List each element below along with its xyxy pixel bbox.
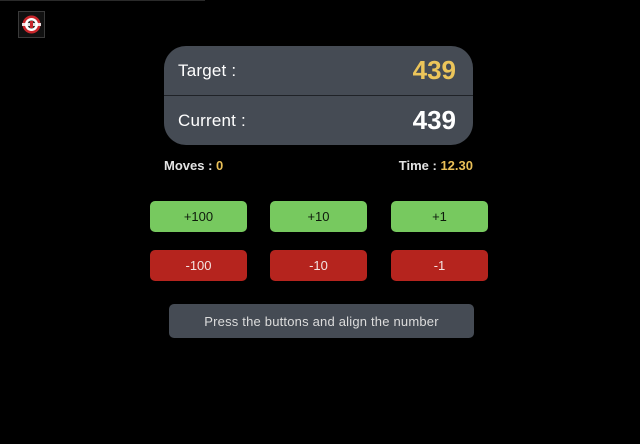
number-display-panel: Target : 439 Current : 439 (164, 46, 473, 145)
instruction-banner: Press the buttons and align the number (169, 304, 474, 338)
game-logo-icon[interactable] (18, 11, 45, 38)
time-value: 12.30 (440, 158, 473, 173)
plus-100-button[interactable]: +100 (150, 201, 247, 232)
minus-1-button[interactable]: -1 (391, 250, 488, 281)
target-row: Target : 439 (164, 46, 473, 95)
target-label: Target : (178, 60, 237, 80)
game-screen: Target : 439 Current : 439 Moves : 0 Tim… (0, 0, 640, 444)
current-label: Current : (178, 110, 246, 130)
stats-bar: Moves : 0 Time : 12.30 (164, 158, 473, 176)
game-logo-graphic (22, 15, 41, 34)
time-stat: Time : 12.30 (399, 158, 473, 173)
time-label: Time (398, 158, 429, 173)
current-value: 439 (412, 105, 456, 135)
current-row: Current : 439 (164, 95, 473, 145)
minus-10-button[interactable]: -10 (270, 250, 367, 281)
plus-1-button[interactable]: +1 (391, 201, 488, 232)
moves-value: 0 (216, 158, 224, 173)
plus-10-button[interactable]: +10 (270, 201, 367, 232)
instruction-text: Press the buttons and align the number (204, 313, 439, 329)
top-divider (0, 0, 205, 1)
minus-100-button[interactable]: -100 (150, 250, 247, 281)
moves-label: Moves (164, 158, 205, 173)
moves-separator: : (208, 158, 217, 173)
target-value: 439 (412, 55, 456, 85)
moves-stat: Moves : 0 (164, 158, 223, 173)
